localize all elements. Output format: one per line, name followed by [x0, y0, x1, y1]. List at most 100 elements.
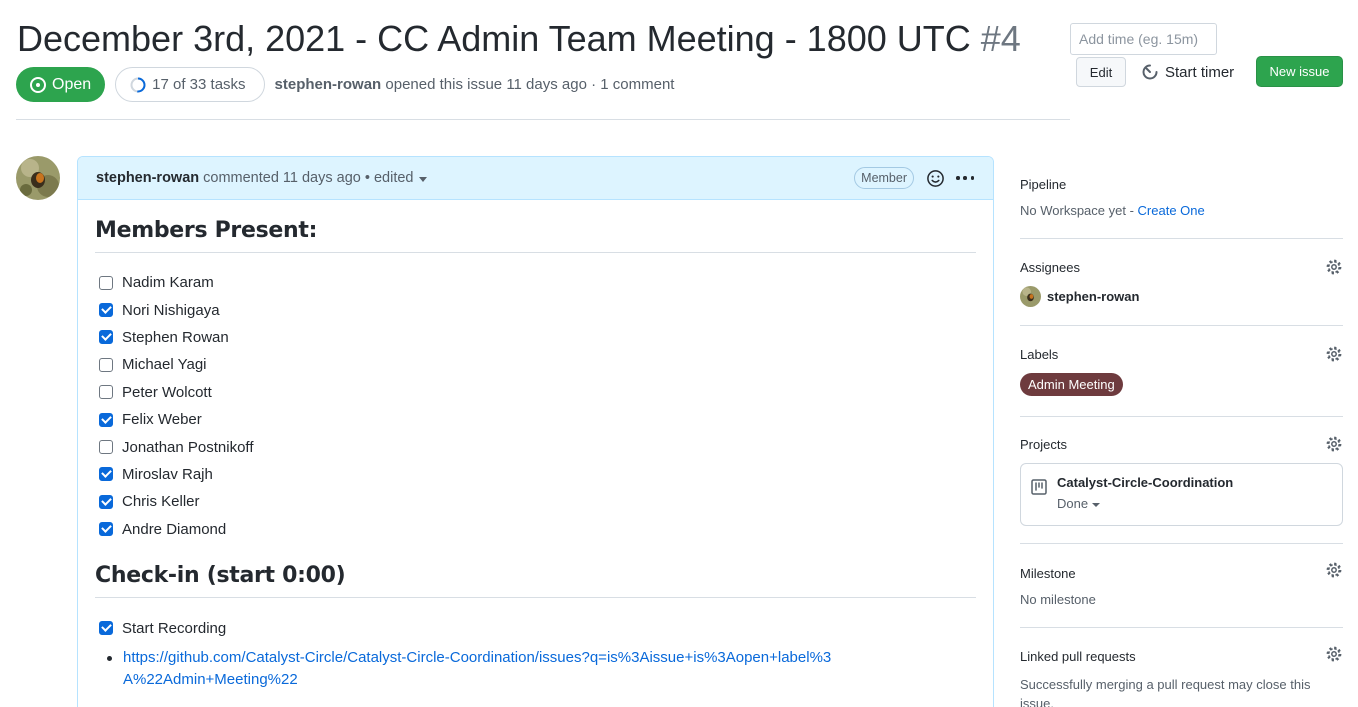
issues-filter-link[interactable]: https://github.com/Catalyst-Circle/Catal…: [123, 647, 843, 691]
project-info: Catalyst-Circle-Coordination Done: [1057, 475, 1233, 514]
chevron-down-icon[interactable]: [419, 176, 428, 182]
task-list-item: Miroslav Rajh: [95, 461, 976, 488]
task-list-item: Chris Keller: [95, 488, 976, 515]
linked-prs-text: Successfully merging a pull request may …: [1020, 677, 1311, 707]
task-label: Andre Diamond: [122, 520, 227, 538]
avatar: [1020, 286, 1041, 307]
task-checkbox[interactable]: [99, 330, 113, 345]
issue-meta: Open 17 of 33 tasks stephen-rowan opened…: [16, 67, 674, 102]
gear-icon[interactable]: [1325, 561, 1343, 579]
task-label: Miroslav Rajh: [122, 465, 213, 483]
progress-ring-icon: [130, 77, 146, 92]
avatar-image: [16, 156, 60, 200]
kebab-menu-icon[interactable]: [955, 168, 975, 188]
task-label: Chris Keller: [122, 493, 200, 511]
task-checkbox[interactable]: [99, 357, 113, 372]
pipeline-text: No Workspace yet - Create One: [1020, 203, 1343, 218]
status-label: Open: [52, 75, 92, 93]
task-list-item: Nadim Karam: [95, 269, 976, 296]
gear-icon[interactable]: [1325, 435, 1343, 453]
labels-title[interactable]: Labels: [1020, 347, 1343, 362]
avatar-image: [1020, 286, 1041, 307]
task-label: Jonathan Postnikoff: [122, 438, 254, 456]
tasks-progress-pill[interactable]: 17 of 33 tasks: [115, 67, 265, 102]
task-list-item: Michael Yagi: [95, 351, 976, 378]
status-badge: Open: [16, 67, 106, 102]
issue-title: December 3rd, 2021 - CC Admin Team Meeti…: [17, 18, 1021, 60]
task-list-item: Nori Nishigaya: [95, 296, 976, 323]
task-checkbox[interactable]: [99, 412, 113, 427]
projects-section: Projects Catalyst-Circle-Coordination Do…: [1020, 417, 1343, 544]
header-divider: [16, 119, 1070, 120]
start-timer-label: Start timer: [1165, 63, 1235, 81]
milestone-title[interactable]: Milestone: [1020, 566, 1343, 581]
milestone-text: No milestone: [1020, 592, 1096, 607]
task-label: Felix Weber: [122, 411, 202, 429]
task-checkbox[interactable]: [99, 275, 113, 290]
checkin-task-list: Start Recording: [95, 614, 976, 643]
comment-box: stephen-rowan commented 11 days ago • ed…: [77, 156, 994, 707]
gear-icon[interactable]: [1325, 258, 1343, 276]
comment-body: Members Present: Nadim Karam Nori Nishiga…: [78, 200, 993, 691]
gear-icon[interactable]: [1325, 645, 1343, 663]
project-board-icon: [1031, 479, 1047, 495]
pipeline-title: Pipeline: [1020, 177, 1067, 192]
labels-section: Labels Admin Meeting: [1020, 326, 1343, 417]
task-checkbox[interactable]: [99, 467, 113, 482]
chevron-down-icon: [1092, 502, 1101, 507]
timer-icon: [1142, 64, 1158, 80]
list-item: https://github.com/Catalyst-Circle/Catal…: [95, 647, 976, 691]
members-heading: Members Present:: [95, 218, 976, 253]
linked-prs-section: Linked pull requests Successfully mergin…: [1020, 628, 1343, 707]
task-label: Start Recording: [122, 619, 227, 637]
pipeline-section: Pipeline No Workspace yet - Create One: [1020, 160, 1343, 239]
task-checkbox[interactable]: [99, 303, 113, 318]
task-label: Peter Wolcott: [122, 383, 212, 401]
issue-author-link[interactable]: stephen-rowan: [275, 76, 382, 93]
task-checkbox[interactable]: [99, 621, 113, 636]
checkin-heading: Check-in (start 0:00): [95, 563, 976, 598]
project-status-label: Done: [1057, 496, 1089, 511]
comment-author-link[interactable]: stephen-rowan: [96, 170, 199, 186]
label-chip[interactable]: Admin Meeting: [1020, 373, 1123, 396]
task-checkbox[interactable]: [99, 522, 113, 537]
task-label: Nori Nishigaya: [122, 301, 220, 319]
assignee-item[interactable]: stephen-rowan: [1020, 286, 1343, 307]
task-list-item: Stephen Rowan: [95, 324, 976, 351]
projects-title[interactable]: Projects: [1020, 437, 1343, 452]
add-time-input[interactable]: [1070, 23, 1217, 55]
task-list-item: Peter Wolcott: [95, 379, 976, 406]
start-timer-button[interactable]: Start timer: [1141, 59, 1234, 85]
task-list-item: Felix Weber: [95, 406, 976, 433]
members-task-list: Nadim Karam Nori Nishigaya Stephen Rowan Mi…: [95, 269, 976, 543]
task-label: Michael Yagi: [122, 356, 207, 374]
avatar[interactable]: [16, 156, 60, 200]
issue-number: #4: [980, 18, 1021, 59]
project-status-dropdown[interactable]: Done: [1057, 496, 1233, 511]
edit-button[interactable]: Edit: [1076, 57, 1126, 87]
task-list-item: Andre Diamond: [95, 516, 976, 543]
new-issue-button[interactable]: New issue: [1256, 56, 1343, 87]
pipeline-empty-text: No Workspace yet -: [1020, 203, 1138, 218]
linked-prs-title[interactable]: Linked pull requests: [1020, 649, 1343, 664]
comment-meta[interactable]: commented 11 days ago • edited: [203, 170, 413, 186]
assignees-section: Assignees stephen-rowan: [1020, 239, 1343, 326]
task-checkbox[interactable]: [99, 494, 113, 509]
smiley-icon[interactable]: [926, 169, 945, 188]
gear-icon[interactable]: [1325, 345, 1343, 363]
task-list-item: Jonathan Postnikoff: [95, 433, 976, 460]
member-badge: Member: [854, 167, 914, 189]
milestone-section: Milestone No milestone: [1020, 544, 1343, 628]
project-card[interactable]: Catalyst-Circle-Coordination Done: [1020, 463, 1343, 526]
assignee-name: stephen-rowan: [1047, 289, 1140, 304]
task-checkbox[interactable]: [99, 440, 113, 455]
tasks-progress-label: 17 of 33 tasks: [152, 76, 246, 93]
create-workspace-link[interactable]: Create One: [1138, 203, 1205, 218]
assignees-title[interactable]: Assignees: [1020, 260, 1343, 275]
task-list-item: Start Recording: [95, 614, 976, 643]
issue-opened-text: opened this issue 11 days ago · 1 commen…: [385, 76, 675, 93]
task-label: Nadim Karam: [122, 274, 214, 292]
project-name[interactable]: Catalyst-Circle-Coordination: [1057, 475, 1233, 490]
task-checkbox[interactable]: [99, 385, 113, 400]
issue-opened-meta: stephen-rowan opened this issue 11 days …: [275, 76, 675, 93]
